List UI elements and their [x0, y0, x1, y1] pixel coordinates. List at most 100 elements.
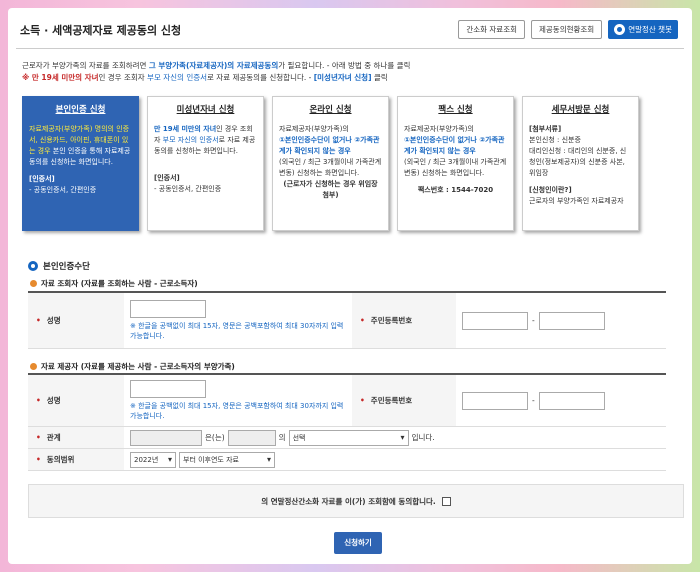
provider-name-note: ※ 한글을 공백없이 최대 15자, 영문은 공백포함하여 최대 30자까지 입… [130, 402, 344, 420]
relation-select[interactable]: 선택 [288, 429, 409, 446]
provider-heading: 자료 제공자 (자료를 제공하는 사람 - 근로소득자의 부양가족) [30, 361, 235, 372]
card-body-c: (외국인 / 최근 3개월이내 가족관계 변동) 신청하는 화면입니다. [404, 158, 507, 177]
relation-row: •관계 은(는) 의 선택 입니다. [28, 427, 666, 449]
requester-rrn-cell: - [456, 293, 611, 348]
card-body-c: 부모 자신의 인증서 [162, 136, 219, 144]
scope-cell: 2022년 부터 이후연도 자료 [124, 449, 281, 470]
intro-line1-a: 근로자가 부양가족의 자료를 조회하려면 [22, 61, 149, 70]
card-body-a: 본인신청 : 신분증 [529, 136, 581, 144]
provider-rrn-front-input[interactable] [462, 391, 528, 410]
scope-row: •동의범위 2022년 부터 이후연도 자료 [28, 449, 666, 471]
label-text: 동의범위 [46, 455, 75, 464]
card-online[interactable]: 온라인 신청 자료제공자(부양가족)의 ①본인인증수단이 없거나 ②가족관계가 … [272, 96, 389, 231]
label-text: 성명 [46, 316, 61, 325]
intro-line2-e: [미성년자녀 신청] [313, 73, 372, 82]
requester-table: • 성명 ※ 한글을 공백없이 최대 15자, 영문은 공백포함하여 최대 30자… [28, 291, 666, 349]
relation-cell: 은(는) 의 선택 입니다. [124, 427, 441, 448]
requester-row: • 성명 ※ 한글을 공백없이 최대 15자, 영문은 공백포함하여 최대 30자… [28, 293, 666, 349]
label-text: 주민등록번호 [370, 396, 413, 405]
card-minor-child[interactable]: 미성년자녀 신청 만 19세 미만의 자녀인 경우 조회자 부모 자신의 인증서… [147, 96, 264, 231]
card-title: 미성년자녀 신청 [176, 105, 235, 115]
consent-checkbox[interactable] [441, 496, 451, 506]
provider-name-cell: ※ 한글을 공백없이 최대 15자, 영문은 공백포함하여 최대 30자까지 입… [124, 375, 352, 426]
provider-heading-text: 자료 제공자 (자료를 제공하는 사람 - 근로소득자의 부양가족) [41, 362, 235, 371]
section-title: 본인인증수단 [43, 262, 90, 272]
section-bullet-icon [28, 261, 38, 271]
provider-rrn-label: • 주민등록번호 [352, 375, 456, 426]
provider-row: • 성명 ※ 한글을 공백없이 최대 15자, 영문은 공백포함하여 최대 30자… [28, 375, 666, 427]
card-tax-office-visit[interactable]: 세무서방문 신청 [첨부서류] 본인신청 : 신분증 대리인신청 : 대리인의 … [522, 96, 639, 231]
requester-heading-text: 자료 조회자 (자료를 조회하는 사람 - 근로소득자) [41, 279, 198, 288]
card-sub-title: [인증서] [29, 175, 55, 183]
top-button-group: 간소화 자료조회 제공동의현황조회 연말정산 챗봇 [458, 20, 678, 39]
chatbot-label: 연말정산 챗봇 [628, 25, 672, 34]
label-text: 주민등록번호 [370, 316, 413, 325]
card-title: 세무서방문 신청 [551, 105, 610, 115]
simple-data-lookup-button[interactable]: 간소화 자료조회 [458, 20, 525, 39]
orange-bullet-icon [30, 363, 37, 370]
card-sub-title: [첨부서류] [529, 125, 562, 133]
card-sub-body: 팩스번호 : 1544-7020 [417, 186, 494, 194]
card-sub-body: 근로자의 부양가족인 자료제공자 [529, 197, 624, 205]
scope-range-select[interactable]: 부터 이후연도 자료 [179, 451, 275, 468]
intro-line1-c: 가 필요합니다. - 아래 방법 중 하나를 클릭 [278, 61, 411, 70]
requester-name-label: • 성명 [28, 293, 124, 348]
requester-name-note: ※ 한글을 공백없이 최대 15자, 영문은 공백포함하여 최대 30자까지 입… [130, 322, 344, 340]
card-identity-verification[interactable]: 본인인증 신청 자료제공자(부양가족) 명의의 인증서, 신용카드, 아이핀, … [22, 96, 139, 231]
relation-eun-text: 은(는) [205, 433, 225, 442]
scope-year-select[interactable]: 2022년 [130, 451, 176, 468]
label-text: 관계 [46, 433, 61, 442]
card-body-a: 만 19세 미만의 자녀 [154, 125, 217, 133]
submit-button[interactable]: 신청하기 [334, 532, 382, 554]
header-divider [16, 48, 684, 49]
requester-name-input[interactable] [130, 300, 206, 318]
requester-rrn-back-input[interactable] [538, 311, 605, 330]
requester-name-cell: ※ 한글을 공백없이 최대 15자, 영문은 공백포함하여 최대 30자까지 입… [124, 293, 352, 348]
requester-rrn-front-input[interactable] [462, 311, 528, 330]
relation-provider-input [227, 429, 276, 446]
intro-line2-d: 로 자료 제공동의를 신청합니다. - [207, 73, 314, 82]
provider-rrn-cell: - [456, 375, 611, 426]
chatbot-icon [614, 24, 626, 35]
card-title: 본인인증 신청 [55, 105, 106, 115]
card-sub-body: - 공동인증서, 간편인증 [154, 185, 222, 193]
provider-rrn-back-input[interactable] [538, 391, 605, 410]
page-title: 소득 · 세액공제자료 제공동의 신청 [20, 24, 182, 37]
requester-heading: 자료 조회자 (자료를 조회하는 사람 - 근로소득자) [30, 278, 198, 289]
provider-table: • 성명 ※ 한글을 공백없이 최대 15자, 영문은 공백포함하여 최대 30자… [28, 373, 666, 471]
card-fax[interactable]: 팩스 신청 자료제공자(부양가족)의 ①본인인증수단이 없거나 ②가족관계가 확… [397, 96, 514, 231]
method-cards: 본인인증 신청 자료제공자(부양가족) 명의의 인증서, 신용카드, 아이핀, … [22, 96, 639, 231]
main-panel: 소득 · 세액공제자료 제공동의 신청 간소화 자료조회 제공동의현황조회 연말… [8, 8, 692, 564]
card-body-a: 자료제공자(부양가족)의 [404, 125, 474, 133]
card-title: 팩스 신청 [438, 105, 473, 115]
consent-box: 의 연말정산간소화 자료를 이(가) 조회함에 동의합니다. [28, 484, 684, 518]
requester-rrn-label: • 주민등록번호 [352, 293, 456, 348]
relation-ui-text: 의 [278, 433, 286, 442]
provider-name-input[interactable] [130, 380, 206, 398]
intro-text: 근로자가 부양가족의 자료를 조회하려면 그 부양가족(자료제공자)의 자료제공… [22, 60, 410, 84]
card-body-b: ①본인인증수단이 없거나 ②가족관계가 확인되지 않는 경우 [279, 136, 380, 155]
intro-line2-a: ※ 만 19세 미만의 자녀 [22, 73, 99, 82]
card-sub-title2: [신청인이란?] [529, 186, 572, 194]
card-body-a: 자료제공자(부양가족)의 [279, 125, 349, 133]
chatbot-button[interactable]: 연말정산 챗봇 [608, 20, 678, 39]
dash: - [532, 316, 535, 325]
relation-label: • 관계 [28, 427, 124, 448]
orange-bullet-icon [30, 280, 37, 287]
consent-status-lookup-button[interactable]: 제공동의현황조회 [531, 20, 603, 39]
scope-label: • 동의범위 [28, 449, 124, 470]
card-sub-body: (근로자가 신청하는 경우 위임장 첨부) [283, 180, 378, 199]
card-body-b: ①본인인증수단이 없거나 ②가족관계가 확인되지 않는 경우 [404, 136, 505, 155]
card-sub-body: - 공동인증서, 간편인증 [29, 186, 97, 194]
card-body-b: 대리인신청 : 대리인의 신분증, 신청인(정보제공자)의 신분증 사본, 위임… [529, 147, 627, 177]
consent-text: 의 연말정산간소화 자료를 이(가) 조회함에 동의합니다. [261, 496, 436, 506]
label-text: 성명 [46, 396, 61, 405]
intro-line2-f: 클릭 [371, 73, 388, 82]
card-sub-title: [인증서] [154, 174, 180, 182]
intro-line1-b: 그 부양가족(자료제공자)의 자료제공동의 [148, 61, 279, 70]
provider-name-label: • 성명 [28, 375, 124, 426]
intro-line2-c: 부모 자신의 인증서 [147, 73, 208, 82]
relation-end-text: 입니다. [411, 433, 435, 442]
card-body-c: (외국인 / 최근 3개월이내 가족관계 변동) 신청하는 화면입니다. [279, 158, 382, 177]
card-title: 온라인 신청 [309, 105, 352, 115]
